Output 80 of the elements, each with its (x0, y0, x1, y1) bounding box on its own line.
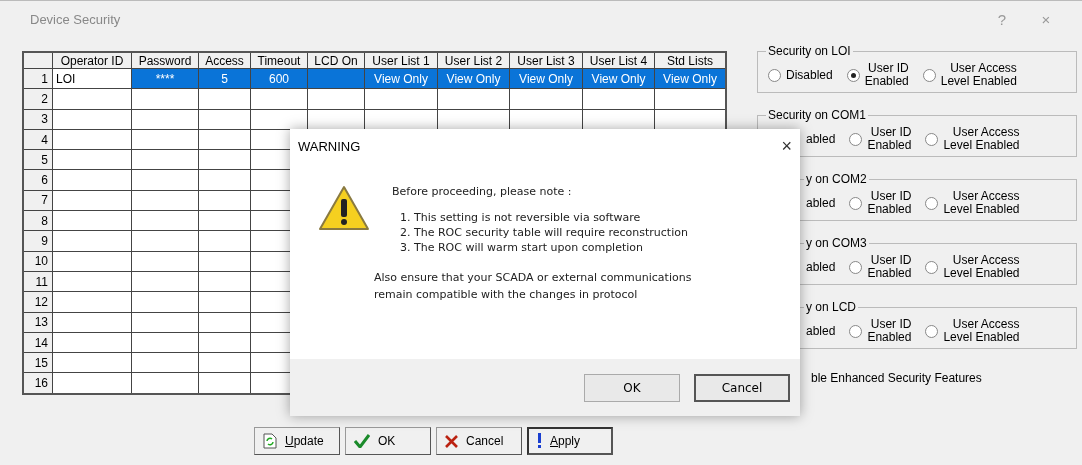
window-title: Device Security (30, 11, 122, 27)
checkbox-label: ble Enhanced Security Features (811, 371, 983, 385)
radio-label: User ID Enabled (867, 190, 912, 216)
group-title: Security on LOI (766, 44, 853, 58)
row-number: 4 (23, 129, 53, 150)
column-header: Access (198, 52, 251, 69)
column-header: Std Lists (654, 52, 726, 69)
radio-label: Disabled (786, 68, 833, 82)
help-button[interactable]: ? (980, 10, 1024, 28)
warning-heading: Before proceeding, please note : (392, 185, 573, 198)
row-number: 9 (23, 230, 53, 252)
ok-button[interactable]: OK (584, 373, 680, 402)
checkmark-icon (354, 434, 370, 448)
radio-button[interactable] (925, 132, 939, 146)
cancel-button[interactable]: Cancel (436, 427, 522, 455)
exclamation-icon (537, 433, 542, 449)
radio-button[interactable] (849, 260, 863, 274)
row-number: 5 (23, 149, 53, 170)
column-header: Timeout (250, 52, 308, 69)
dialog-title: WARNING (298, 138, 362, 154)
column-header: LCD On (307, 52, 365, 69)
radio-label: User ID Enabled (867, 318, 912, 344)
column-header: User List 3 (509, 52, 583, 69)
warning-note: Also ensure that your SCADA or external communications remain compatible with the changes in protocol (374, 270, 692, 303)
group-title: y on LCD (804, 300, 859, 314)
column-header: User List 1 (364, 52, 438, 69)
row-number: 16 (23, 372, 53, 394)
row-number: 15 (23, 352, 53, 373)
radio-label: User Access Level Enabled (943, 126, 1020, 152)
row-number: 3 (23, 109, 53, 130)
row-number: 11 (23, 271, 53, 292)
row-number: 1 (23, 68, 53, 89)
column-header: User List 2 (437, 52, 510, 69)
warning-icon (318, 185, 370, 231)
row-number: 8 (23, 210, 53, 231)
radio-label: abled (806, 132, 836, 146)
radio-button[interactable] (849, 196, 863, 210)
row-number: 13 (23, 312, 53, 333)
radio-label: User Access Level Enabled (943, 318, 1020, 344)
group-title: y on COM2 (804, 172, 869, 186)
close-button[interactable]: × (1024, 10, 1068, 28)
radio-button[interactable] (849, 132, 863, 146)
row-number: 12 (23, 291, 53, 313)
refresh-icon (263, 433, 277, 449)
warning-item: 2. The ROC security table will require reconstruction (399, 225, 689, 240)
group-title: Security on COM1 (766, 108, 869, 122)
radio-button[interactable] (849, 324, 863, 338)
row-number: 14 (23, 332, 53, 353)
row-number: 2 (23, 88, 53, 110)
radio-label: User Access Level Enabled (940, 62, 1017, 88)
warning-item: 3. The ROC will warm start upon completion (399, 240, 644, 255)
radio-label: User Access Level Enabled (943, 254, 1020, 280)
column-header: User List 4 (582, 52, 655, 69)
radio-button[interactable] (846, 68, 860, 82)
update-button[interactable]: Update (254, 427, 340, 455)
corner-cell (23, 52, 53, 69)
radio-button[interactable] (925, 324, 939, 338)
close-button[interactable]: × (781, 135, 792, 157)
radio-label: abled (806, 260, 836, 274)
radio-label: User Access Level Enabled (943, 190, 1020, 216)
radio-button[interactable] (768, 68, 781, 82)
radio-label: User ID Enabled (867, 126, 912, 152)
ok-button[interactable]: OK (345, 427, 431, 455)
group-title: y on COM3 (804, 236, 869, 250)
radio-button[interactable] (925, 196, 939, 210)
row-number: 7 (23, 190, 53, 211)
column-header: Password (131, 52, 199, 69)
radio-label: abled (806, 196, 836, 210)
row-number: 6 (23, 170, 53, 191)
radio-label: User ID Enabled (864, 62, 909, 88)
column-header: Operator ID (52, 52, 132, 69)
x-icon (445, 434, 458, 448)
row-number: 10 (23, 251, 53, 272)
apply-button[interactable]: Apply (527, 427, 613, 455)
radio-button[interactable] (925, 260, 939, 274)
radio-button[interactable] (922, 68, 936, 82)
radio-label: abled (806, 324, 836, 338)
warning-item: 1. This setting is not reversible via software (399, 210, 642, 225)
cancel-button[interactable]: Cancel (694, 373, 790, 402)
radio-label: User ID Enabled (867, 254, 912, 280)
